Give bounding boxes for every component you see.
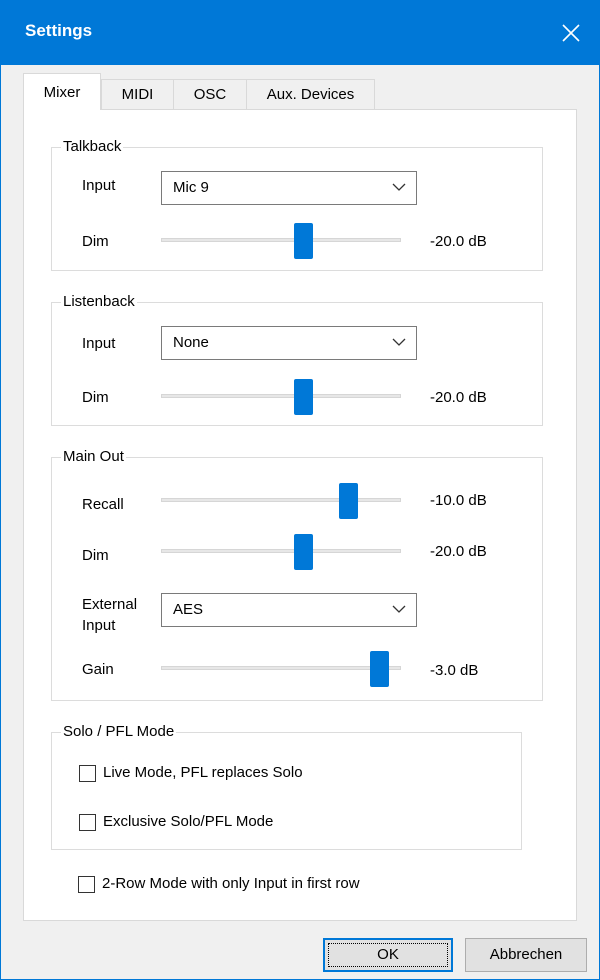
talkback-dim-slider[interactable] — [161, 223, 401, 259]
tab-osc-label: OSC — [193, 86, 227, 103]
main-out-dim-slider[interactable] — [161, 534, 401, 570]
exclusive-solo-label[interactable]: Exclusive Solo/PFL Mode — [103, 812, 273, 832]
tab-aux-devices-label: Aux. Devices — [266, 86, 355, 103]
focus-rectangle — [328, 943, 448, 967]
listenback-group-title: Listenback — [61, 292, 137, 312]
settings-dialog: Settings Mixer MIDI OSC Aux. Devices Tal… — [0, 0, 600, 980]
main-out-group: Main Out Recall -10.0 dB Dim -20.0 dB Ex… — [51, 447, 543, 701]
listenback-dim-slider[interactable] — [161, 379, 401, 415]
tab-midi-label: MIDI — [121, 86, 154, 103]
listenback-input-label: Input — [82, 335, 116, 352]
two-row-mode-label[interactable]: 2-Row Mode with only Input in first row — [102, 874, 360, 894]
slider-thumb[interactable] — [370, 651, 390, 687]
close-icon — [562, 24, 580, 42]
mixer-tab-panel: Talkback Input Mic 9 Dim -20.0 dB Listen… — [23, 109, 577, 921]
talkback-input-value: Mic 9 — [173, 179, 209, 196]
live-mode-checkbox[interactable] — [79, 765, 96, 782]
talkback-dim-label: Dim — [82, 233, 109, 250]
main-out-external-input-label: External Input — [82, 594, 137, 636]
exclusive-solo-checkbox[interactable] — [79, 814, 96, 831]
tab-mixer[interactable]: Mixer — [23, 73, 101, 110]
listenback-dim-label: Dim — [82, 389, 109, 406]
slider-track — [161, 238, 401, 242]
title-bar[interactable]: Settings — [1, 1, 599, 65]
solo-pfl-group-title: Solo / PFL Mode — [61, 722, 177, 742]
live-mode-label[interactable]: Live Mode, PFL replaces Solo — [103, 763, 303, 783]
talkback-group: Talkback Input Mic 9 Dim -20.0 dB — [51, 137, 543, 271]
slider-thumb[interactable] — [339, 483, 359, 519]
talkback-group-title: Talkback — [61, 137, 124, 157]
tab-aux-devices[interactable]: Aux. Devices — [246, 79, 375, 109]
chevron-down-icon — [392, 183, 406, 191]
main-out-dim-value: -20.0 dB — [430, 543, 487, 560]
slider-track — [161, 394, 401, 398]
main-out-external-input-value: AES — [173, 601, 204, 618]
listenback-dim-value: -20.0 dB — [430, 389, 487, 406]
external-input-label-line2: Input — [82, 617, 116, 634]
tab-midi[interactable]: MIDI — [101, 79, 174, 109]
two-row-mode-checkbox[interactable] — [78, 876, 95, 893]
talkback-dim-value: -20.0 dB — [430, 233, 487, 250]
main-out-gain-value: -3.0 dB — [430, 662, 479, 679]
dialog-title: Settings — [25, 21, 93, 40]
main-out-external-input-select[interactable]: AES — [161, 593, 417, 627]
main-out-gain-label: Gain — [82, 661, 114, 678]
slider-track — [161, 549, 401, 553]
chevron-down-icon — [392, 605, 406, 613]
slider-track — [161, 498, 401, 502]
talkback-input-select[interactable]: Mic 9 — [161, 171, 417, 205]
main-out-recall-label: Recall — [82, 496, 124, 513]
main-out-dim-label: Dim — [82, 547, 109, 564]
listenback-input-value: None — [173, 334, 209, 351]
main-out-group-title: Main Out — [61, 447, 126, 467]
chevron-down-icon — [392, 338, 406, 346]
main-out-gain-slider[interactable] — [161, 651, 401, 687]
slider-thumb[interactable] — [293, 534, 313, 570]
talkback-input-label: Input — [82, 177, 116, 194]
cancel-button-label: Abbrechen — [489, 946, 563, 963]
listenback-input-select[interactable]: None — [161, 326, 417, 360]
cancel-button[interactable]: Abbrechen — [465, 938, 587, 972]
external-input-label-line1: External — [82, 596, 138, 613]
slider-thumb[interactable] — [293, 223, 313, 259]
main-out-recall-slider[interactable] — [161, 483, 401, 519]
tab-osc[interactable]: OSC — [173, 79, 247, 109]
listenback-group: Listenback Input None Dim -20.0 dB — [51, 292, 543, 426]
solo-pfl-group: Solo / PFL Mode Live Mode, PFL replaces … — [51, 722, 522, 850]
ok-button[interactable]: OK — [323, 938, 453, 972]
main-out-recall-value: -10.0 dB — [430, 492, 487, 509]
slider-track — [161, 666, 401, 670]
slider-thumb[interactable] — [293, 379, 313, 415]
close-button[interactable] — [543, 1, 599, 65]
tab-mixer-label: Mixer — [43, 84, 81, 101]
